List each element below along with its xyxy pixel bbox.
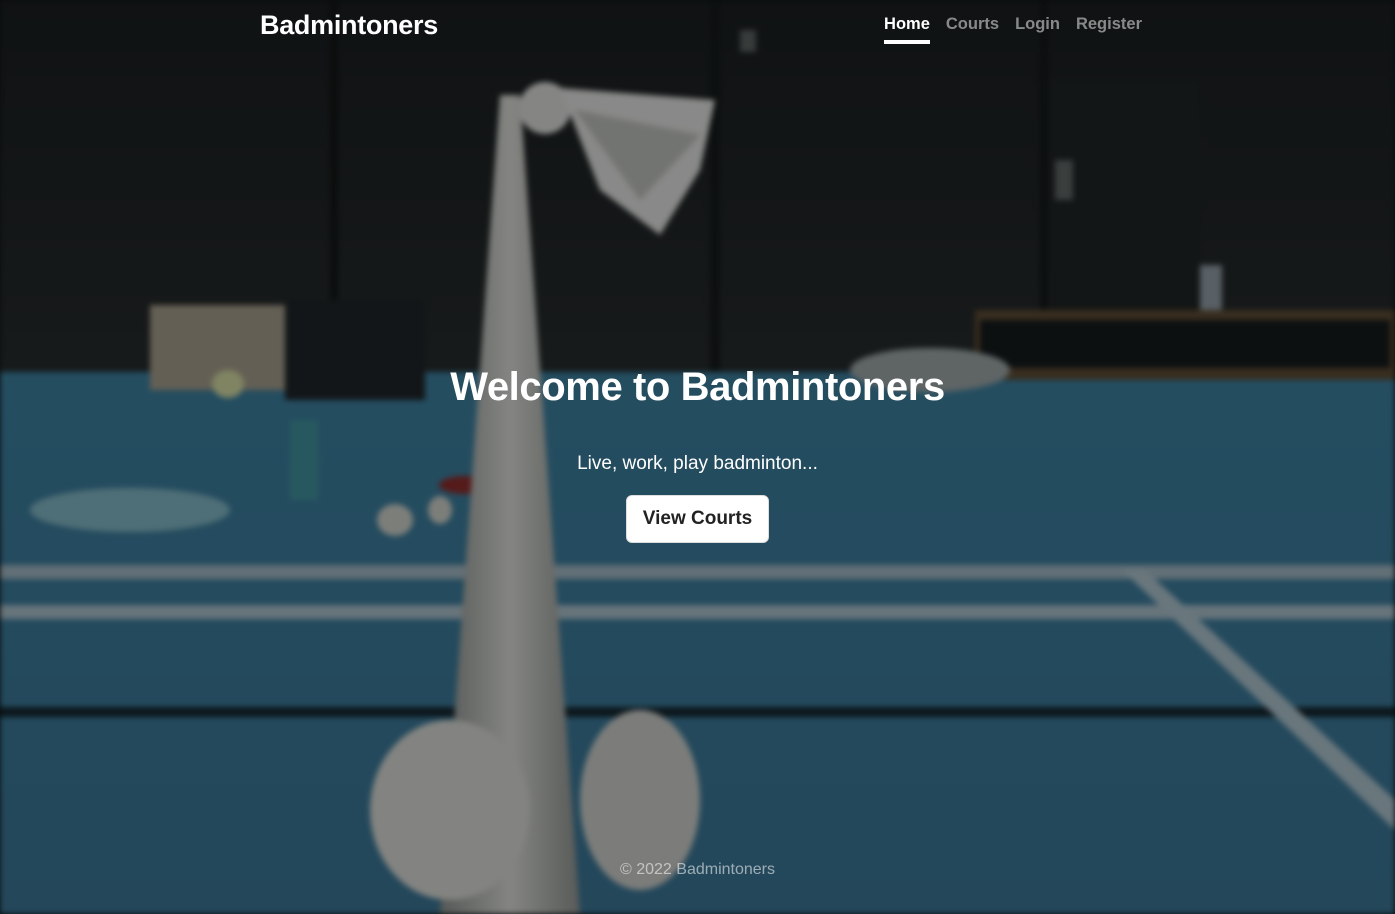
page: Badmintoners Home Courts Login Register … [0, 0, 1395, 914]
hero-lead: Live, work, play badminton... [577, 453, 818, 474]
hero-title: Welcome to Badmintoners [450, 365, 945, 409]
view-courts-button[interactable]: View Courts [625, 495, 770, 543]
footer-copyright: © 2022 Badmintoners [620, 861, 775, 878]
hero-section: Welcome to Badmintoners Live, work, play… [0, 360, 1395, 543]
brand-logo-text[interactable]: Badmintoners [260, 10, 438, 41]
nav-link-home[interactable]: Home [884, 15, 930, 44]
nav-link-login[interactable]: Login [1015, 15, 1060, 44]
site-footer: © 2022 Badmintoners [0, 861, 1395, 879]
site-header: Badmintoners Home Courts Login Register [0, 0, 1395, 52]
main-nav: Home Courts Login Register [884, 15, 1142, 44]
nav-link-register[interactable]: Register [1076, 15, 1142, 44]
nav-link-courts[interactable]: Courts [946, 15, 999, 44]
